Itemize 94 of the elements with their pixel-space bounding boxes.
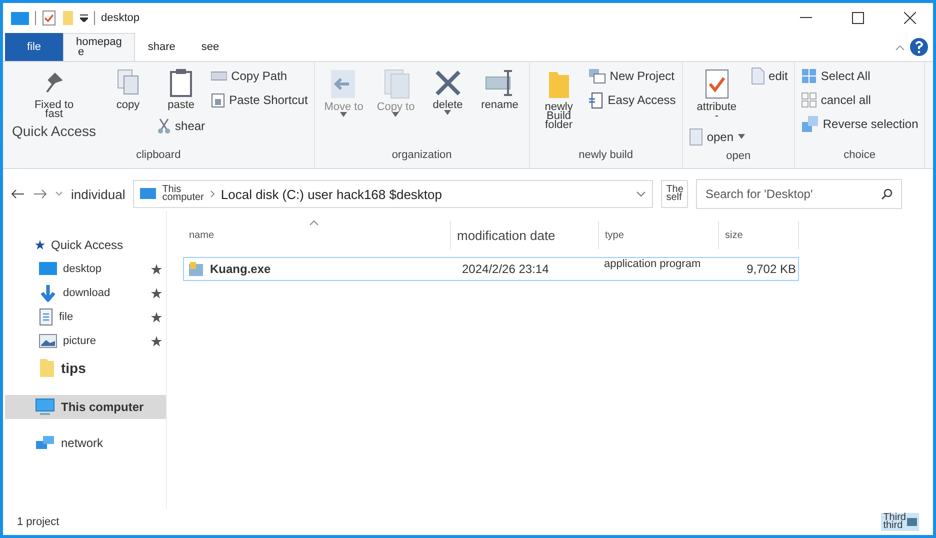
invert-selection-icon: [800, 115, 819, 133]
easy-access-icon: [588, 91, 604, 109]
column-header[interactable]: type: [599, 221, 719, 249]
ribbon-button[interactable]: delete: [424, 66, 471, 117]
clipboard-icon: [168, 68, 194, 98]
chevron-right-icon: [210, 190, 215, 198]
ribbon-button[interactable]: Fixed to fast Quick Access: [9, 66, 100, 141]
paste-icon: [211, 92, 226, 108]
ribbon-button[interactable]: copy: [105, 66, 152, 112]
ribbon-button[interactable]: attribute -: [688, 66, 745, 123]
checklist-icon: [704, 68, 730, 100]
new-item-icon: [588, 68, 606, 84]
address-field[interactable]: This computer Local disk (C:) user hack168 $desktop: [133, 180, 654, 208]
pin-star-icon: [151, 264, 162, 274]
application-icon: [188, 261, 204, 277]
refresh-button[interactable]: The self: [661, 180, 688, 208]
folder-icon: [62, 10, 74, 26]
column-header[interactable]: modification date: [451, 221, 599, 249]
nav-item[interactable]: Quick Access: [5, 233, 166, 257]
search-field[interactable]: Search for 'Desktop': [696, 179, 902, 209]
open-icon: [688, 128, 703, 146]
network-icon: [35, 434, 55, 452]
ribbon-button[interactable]: edit: [750, 66, 788, 86]
search-icon: [881, 188, 894, 200]
item-count: 1 project: [17, 516, 60, 528]
minimize-icon[interactable]: [800, 17, 812, 19]
nav-item[interactable]: This computer: [5, 395, 166, 419]
ribbon-button[interactable]: paste: [157, 66, 206, 112]
forward-arrow-icon[interactable]: [33, 189, 47, 199]
computer-icon: [35, 398, 55, 416]
delete-icon: [432, 68, 463, 98]
nav-item[interactable]: picture: [5, 329, 166, 353]
nav-item[interactable]: download: [5, 281, 166, 305]
pin-star-icon: [151, 312, 162, 322]
document-icon: [39, 308, 53, 326]
download-arrow-icon: [39, 284, 57, 302]
caret-icon: [392, 112, 400, 117]
group-label: organization: [392, 148, 452, 163]
caret-icon[interactable]: [55, 191, 63, 197]
group-label: clipboard: [136, 148, 181, 163]
path-icon: [211, 70, 228, 82]
ribbon-button[interactable]: cancel all: [800, 90, 918, 110]
ribbon-button[interactable]: Paste Shortcut: [211, 90, 308, 110]
caret-icon: [444, 110, 452, 115]
picture-icon: [39, 334, 57, 348]
table-cell-text: 9,702 KB: [746, 261, 797, 278]
ribbon-button[interactable]: Reverse selection: [800, 114, 918, 134]
close-icon[interactable]: [904, 12, 916, 24]
back-arrow-icon[interactable]: [11, 189, 25, 199]
select-all-icon: [800, 68, 817, 84]
grid-icon: [800, 92, 817, 108]
column-header[interactable]: size: [719, 221, 799, 249]
checklist-icon: [42, 10, 56, 26]
table-cell-text: application program: [603, 258, 702, 272]
pin-star-icon: [151, 288, 162, 298]
ribbon-button[interactable]: Copy Path: [211, 66, 308, 86]
computer-icon: [11, 12, 29, 24]
caret-icon: [738, 134, 745, 140]
nav-item[interactable]: file: [5, 305, 166, 329]
computer-icon: [140, 188, 156, 200]
file-row[interactable]: Kuang.exe 2024/2/26 23:14 application program 9,702 KB: [183, 257, 799, 281]
edit-icon: [750, 67, 765, 85]
group-label: choice: [844, 148, 876, 163]
group-label: newly build: [578, 148, 633, 163]
nav-item[interactable]: network: [5, 431, 166, 455]
view-button[interactable]: Third third: [881, 513, 919, 531]
scissors-icon: [157, 118, 172, 134]
table-cell-text: 2024/2/26 23:14: [461, 261, 550, 278]
caret-icon: [340, 112, 348, 117]
pin-star-icon: [151, 336, 162, 346]
ribbon-button[interactable]: Easy Access: [588, 90, 676, 110]
folder-icon: [39, 358, 55, 378]
desktop-icon: [39, 262, 57, 276]
chevron-down-icon: [636, 191, 646, 197]
maximize-icon[interactable]: [852, 12, 864, 24]
ribbon-button[interactable]: Select All: [800, 66, 918, 86]
file-name: Kuang.exe: [184, 258, 452, 280]
dropdown-icon: [80, 14, 88, 22]
list-view-icon: [907, 518, 917, 526]
star-icon: [35, 240, 45, 250]
sort-caret-icon: [309, 219, 319, 227]
nav-item[interactable]: tips: [5, 353, 166, 383]
ribbon-button[interactable]: New Project: [588, 66, 676, 86]
group-label: open: [726, 148, 751, 164]
column-header[interactable]: name: [183, 221, 451, 249]
ribbon-button[interactable]: newly Build folder: [536, 66, 582, 132]
location-label: individual: [71, 186, 126, 202]
nav-item[interactable]: desktop: [5, 257, 166, 281]
ribbon-tab[interactable]: homepag e: [63, 33, 135, 61]
ribbon-button[interactable]: open: [688, 126, 745, 147]
ribbon-button[interactable]: shear: [157, 116, 206, 136]
window-title: desktop: [101, 12, 140, 24]
file-tab[interactable]: file: [5, 33, 63, 61]
ribbon-button[interactable]: rename: [476, 66, 523, 112]
